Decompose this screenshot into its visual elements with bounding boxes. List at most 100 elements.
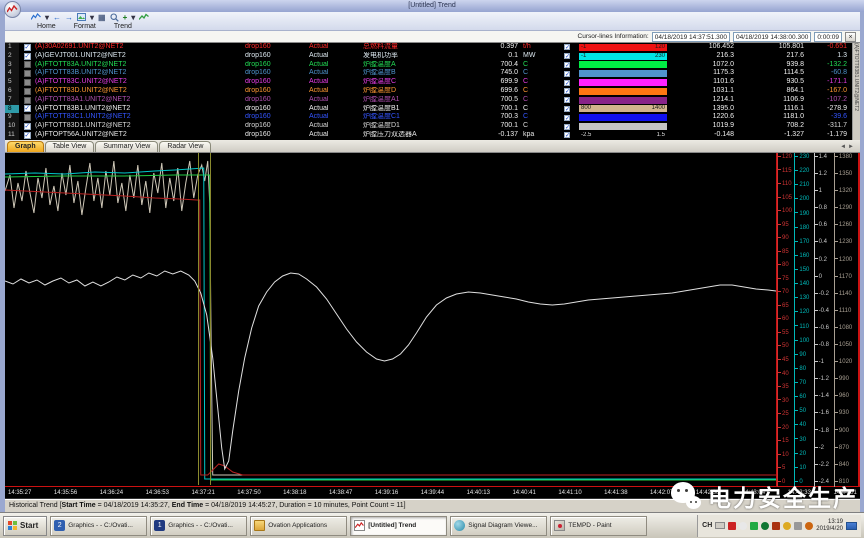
back-icon[interactable]: ←: [53, 13, 61, 22]
visibility-checkbox[interactable]: [19, 88, 35, 95]
add-trace-icon[interactable]: +: [123, 13, 128, 22]
visibility-checkbox[interactable]: ✓: [19, 105, 35, 112]
tray-icon-flag[interactable]: [739, 522, 747, 530]
scale-band[interactable]: [577, 79, 669, 86]
cursor1-time-box[interactable]: 04/18/2019 14:37:51.300: [652, 32, 730, 42]
table-row[interactable]: 1✓(A)30A02691.UNIT2@NET2drop160Actual总燃料…: [5, 43, 852, 52]
scale-band[interactable]: -1120: [577, 44, 669, 51]
scale-checkbox[interactable]: ✓: [557, 106, 577, 112]
visibility-checkbox[interactable]: [19, 97, 35, 104]
scale-checkbox[interactable]: ✓: [557, 44, 577, 50]
signal-name[interactable]: (A)FTOTT83A.UNIT2@NET2: [35, 61, 245, 70]
cursor-line-1[interactable]: [198, 153, 199, 485]
grid-view-icon[interactable]: ▦: [98, 13, 106, 22]
app-menu-button[interactable]: [4, 1, 21, 18]
scale-band[interactable]: [577, 88, 669, 95]
cursor-info-close-icon[interactable]: ×: [845, 32, 856, 42]
row-number[interactable]: 3: [5, 61, 19, 70]
table-row[interactable]: 9(A)FTOTT83C1.UNIT2@NET2drop160Actual炉膛温…: [5, 113, 852, 122]
scale-checkbox[interactable]: ✓: [557, 62, 577, 68]
scale-band[interactable]: [577, 114, 669, 121]
visibility-checkbox[interactable]: [19, 70, 35, 77]
scale-band[interactable]: [577, 123, 669, 130]
tab-table-view[interactable]: Table View: [45, 141, 95, 152]
visibility-checkbox[interactable]: ✓: [19, 53, 35, 60]
menu-format[interactable]: Format: [74, 23, 96, 30]
taskbar-task[interactable]: Ovation Applications: [250, 516, 347, 536]
taskbar-task[interactable]: 2Graphics - - C:/Ovati...: [50, 516, 147, 536]
tab-scroll-arrows[interactable]: ◄►: [840, 144, 856, 150]
cursor2-time-box[interactable]: 04/18/2019 14:38:00.300: [733, 32, 811, 42]
signal-name[interactable]: (A)FTOTT83C.UNIT2@NET2: [35, 78, 245, 87]
table-row[interactable]: 7(A)FTOTT83A1.UNIT2@NET2drop160Actual炉膛温…: [5, 96, 852, 105]
table-row[interactable]: 3(A)FTOTT83A.UNIT2@NET2drop160Actual炉膛温度…: [5, 61, 852, 70]
visibility-checkbox[interactable]: ✓: [19, 44, 35, 51]
menu-trend[interactable]: Trend: [114, 23, 132, 30]
row-number[interactable]: 8: [5, 105, 19, 114]
row-number[interactable]: 6: [5, 87, 19, 96]
signal-name[interactable]: (A)FTOTT83B.UNIT2@NET2: [35, 69, 245, 78]
table-side-label[interactable]: (A)FTOTT83B1.UNIT2@NET2: [852, 43, 860, 140]
table-row[interactable]: 4(A)FTOTT83B.UNIT2@NET2drop160Actual炉膛温度…: [5, 69, 852, 78]
tab-scroll-right-icon[interactable]: ►: [848, 144, 856, 150]
sparkline-icon[interactable]: [139, 13, 149, 21]
scale-band[interactable]: -1230: [577, 53, 669, 60]
tab-graph[interactable]: Graph: [7, 141, 44, 152]
tray-icon-green[interactable]: [750, 522, 758, 530]
tray-icon-darkgreen[interactable]: [761, 522, 769, 530]
signal-name[interactable]: (A)FTOTT83C1.UNIT2@NET2: [35, 113, 245, 122]
tray-icon-redblack[interactable]: [772, 522, 780, 530]
visibility-checkbox[interactable]: ✓: [19, 123, 35, 130]
start-button[interactable]: Start: [3, 516, 47, 536]
scale-checkbox[interactable]: ✓: [557, 132, 577, 138]
row-number[interactable]: 4: [5, 69, 19, 78]
row-number[interactable]: 7: [5, 96, 19, 105]
row-number[interactable]: 5: [5, 78, 19, 87]
scale-checkbox[interactable]: ✓: [557, 124, 577, 130]
scale-checkbox[interactable]: ✓: [557, 80, 577, 86]
export-image-icon[interactable]: [77, 13, 86, 21]
scale-checkbox[interactable]: ✓: [557, 71, 577, 77]
scale-checkbox[interactable]: ✓: [557, 97, 577, 103]
dropdown-caret-icon[interactable]: ▾: [45, 13, 49, 22]
signal-name[interactable]: (A)30A02691.UNIT2@NET2: [35, 43, 245, 52]
trend-chart-icon[interactable]: [31, 13, 41, 21]
language-indicator[interactable]: CH: [702, 522, 712, 529]
scale-band[interactable]: -2.51.5: [577, 132, 669, 139]
scale-band[interactable]: [577, 61, 669, 68]
table-row[interactable]: 10✓(A)FTOTT83D1.UNIT2@NET2drop160Actual炉…: [5, 122, 852, 131]
scale-band[interactable]: 8001400: [577, 105, 669, 112]
row-number[interactable]: 2: [5, 52, 19, 61]
visibility-checkbox[interactable]: [19, 79, 35, 86]
row-number[interactable]: 9: [5, 113, 19, 122]
row-number[interactable]: 10: [5, 122, 19, 131]
signal-name[interactable]: (A)FTOTT83B1.UNIT2@NET2: [35, 105, 245, 114]
table-row[interactable]: 6(A)FTOTT83D.UNIT2@NET2drop160Actual炉膛温度…: [5, 87, 852, 96]
tab-radar-view[interactable]: Radar View: [159, 141, 211, 152]
keyboard-icon[interactable]: [715, 522, 725, 529]
flag-icon[interactable]: [846, 522, 857, 530]
dropdown-caret-icon[interactable]: ▾: [90, 13, 94, 22]
taskbar-task[interactable]: [Untitled] Trend: [350, 516, 447, 536]
tray-icon-yellow[interactable]: [783, 522, 791, 530]
signal-name[interactable]: (A)GEVJT001.UNIT2@NET2: [35, 52, 245, 61]
visibility-checkbox[interactable]: [19, 61, 35, 68]
tray-icon-red[interactable]: [728, 522, 736, 530]
menu-home[interactable]: Home: [37, 23, 56, 30]
scale-band[interactable]: [577, 97, 669, 104]
signal-name[interactable]: (A)FTOTT83A1.UNIT2@NET2: [35, 96, 245, 105]
row-number[interactable]: 11: [5, 131, 19, 140]
table-row[interactable]: 5(A)FTOTT83C.UNIT2@NET2drop160Actual炉膛温度…: [5, 78, 852, 87]
taskbar-task[interactable]: TEMPD - Paint: [550, 516, 647, 536]
cursor-line-2[interactable]: [210, 153, 211, 485]
scale-checkbox[interactable]: ✓: [557, 53, 577, 59]
table-row[interactable]: 8✓(A)FTOTT83B1.UNIT2@NET2drop160Actual炉膛…: [5, 105, 852, 114]
table-row[interactable]: 11✓(A)FTOPT56A.UNIT2@NET2drop160Actual炉膛…: [5, 131, 852, 140]
row-number[interactable]: 1: [5, 43, 19, 52]
plot-area[interactable]: [5, 153, 776, 487]
scale-band[interactable]: [577, 70, 669, 77]
visibility-checkbox[interactable]: ✓: [19, 132, 35, 139]
zoom-tool-icon[interactable]: [110, 13, 119, 22]
taskbar-task[interactable]: 1Graphics - - C:/Ovati...: [150, 516, 247, 536]
visibility-checkbox[interactable]: [19, 114, 35, 121]
